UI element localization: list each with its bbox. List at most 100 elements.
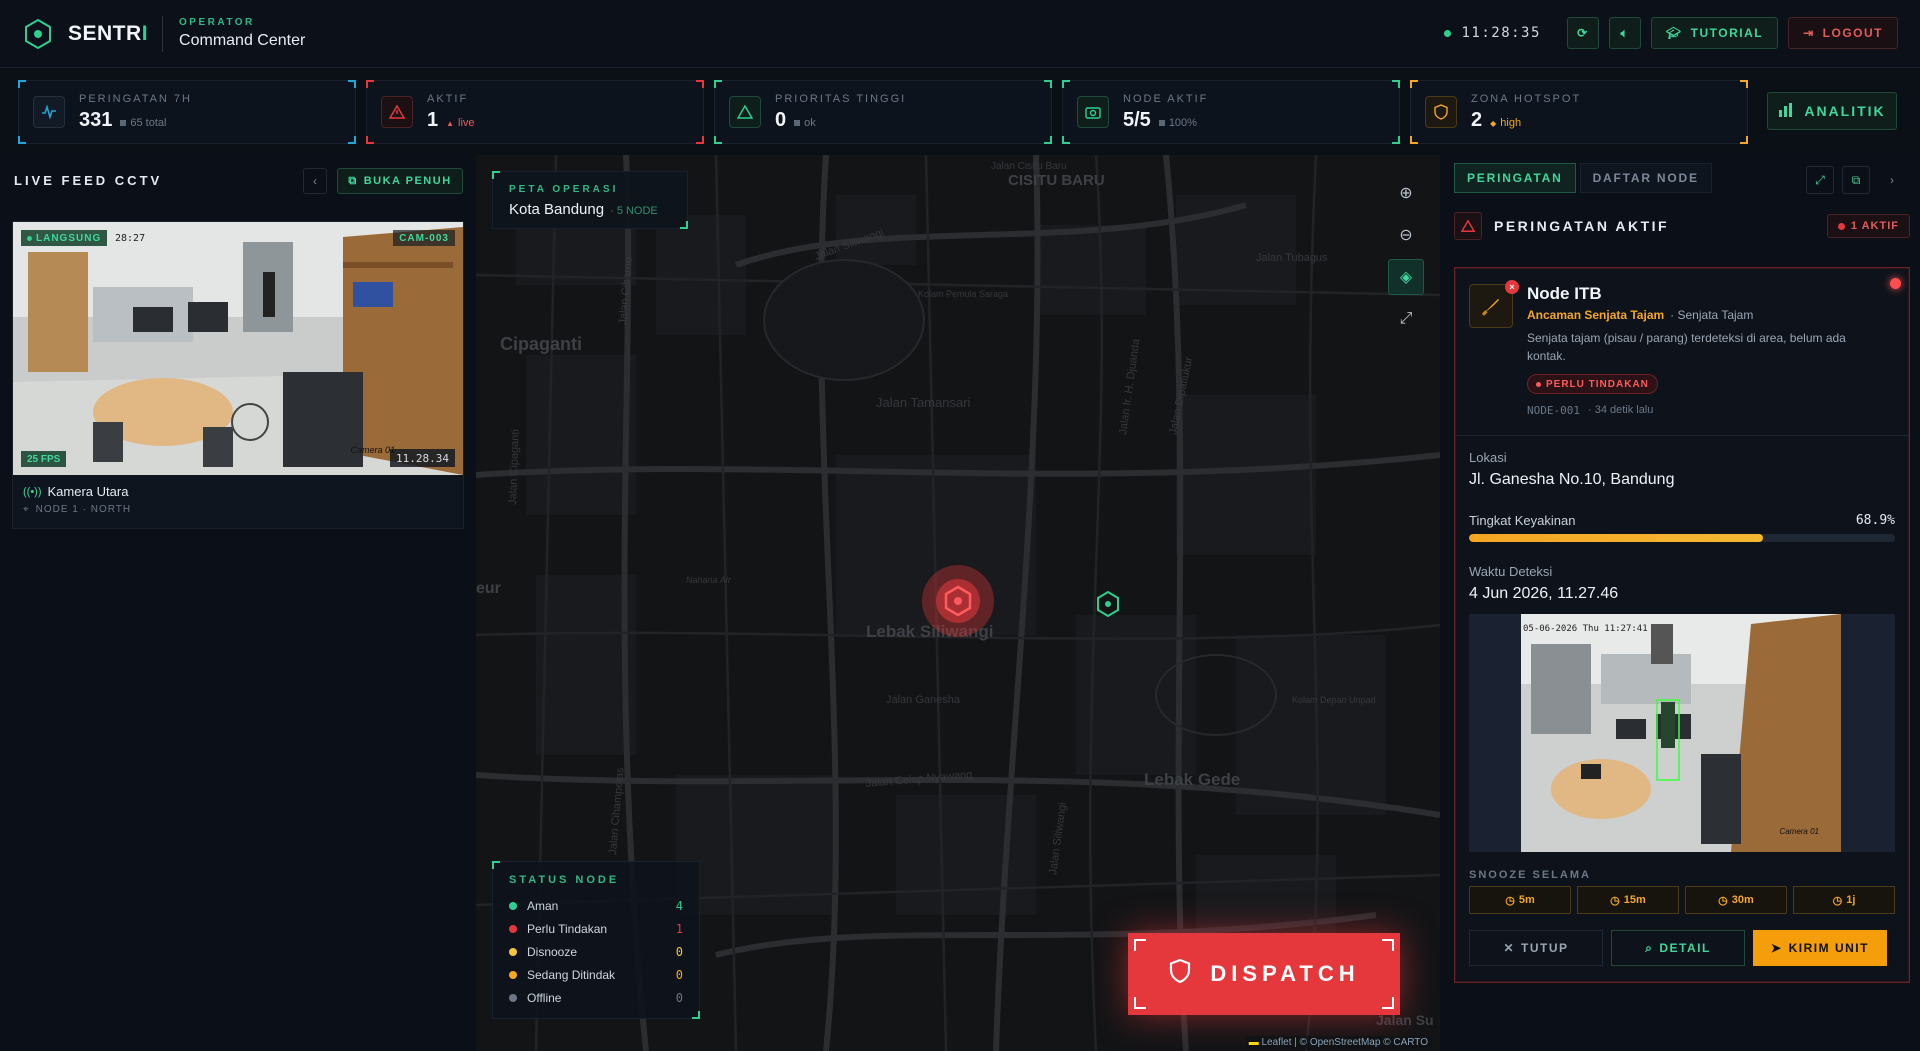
stat-value: 0 — [775, 108, 787, 131]
shield-icon — [1425, 96, 1457, 128]
expand-icon: ⤢ — [1815, 172, 1825, 187]
stats-row: PERINGATAN 7H 331 65 total AKTIF 1 ▲ live P… — [18, 80, 1748, 144]
operations-map[interactable]: CISITU BARU Cipaganti Lebak Siliwangi Le… — [476, 155, 1440, 1051]
camera-overlay-date: 28:27 — [115, 233, 146, 244]
node-status-legend: STATUS NODE Aman 4 Perlu Tindakan 1 Disnoo… — [492, 861, 700, 1019]
snooze-30m-button[interactable]: ◷ 30m — [1685, 886, 1787, 914]
alert-card[interactable]: × Node ITB Ancaman Senjata Tajam · Senjat… — [1454, 267, 1910, 983]
carto-link[interactable]: © CARTO — [1383, 1037, 1428, 1048]
analitik-button[interactable]: ANALITIK — [1767, 92, 1897, 130]
map-attribution: ▬ Leaflet | © OpenStreetMap © CARTO — [1244, 1036, 1432, 1049]
chevron-right-icon: › — [1890, 173, 1894, 187]
close-button[interactable]: ✕ TUTUP — [1469, 930, 1603, 966]
zoom-in-button[interactable]: ⊕ — [1388, 175, 1424, 211]
clock-icon: ◷ — [1718, 894, 1728, 907]
stat-label: AKTIF — [427, 92, 469, 105]
prev-camera-button[interactable]: ‹ — [303, 168, 327, 194]
stat-label: NODE AKTIF — [1123, 92, 1209, 105]
alert-node-id: NODE-001 — [1527, 404, 1580, 417]
signal-icon: ((•)) — [23, 485, 42, 498]
location-value: Jl. Ganesha No.10, Bandung — [1469, 471, 1675, 488]
activity-icon — [33, 96, 65, 128]
bar-chart-icon — [1778, 102, 1794, 120]
leaflet-link[interactable]: Leaflet — [1261, 1037, 1291, 1048]
logout-label: LOGOUT — [1822, 26, 1883, 40]
active-count-badge: 1 AKTIF — [1826, 214, 1910, 238]
shield-icon — [1168, 958, 1192, 990]
open-full-button[interactable]: ⧉ BUKA PENUH — [337, 168, 463, 194]
collapse-panel-button[interactable]: › — [1878, 166, 1906, 194]
send-unit-button[interactable]: ➤ KIRIM UNIT — [1753, 930, 1887, 966]
external-link-icon: ⧉ — [1851, 172, 1861, 187]
snooze-5m-button[interactable]: ◷ 5m — [1469, 886, 1571, 914]
alert-triangle-icon — [1454, 212, 1482, 240]
alert-description: Senjata tajam (pisau / parang) terdeteks… — [1527, 331, 1846, 363]
map-street-label: Jalan Tamansari — [876, 395, 971, 410]
camera-card[interactable]: LANGSUNG CAM-003 25 FPS 11.28.34 28:27 C… — [12, 221, 464, 529]
map-street-label: Kolam Depan Unpad — [1292, 695, 1376, 705]
map-place-label: CISITU BARU — [1008, 172, 1105, 189]
alerts-panel: PERINGATAN DAFTAR NODE ⤢ ⧉ › PERINGATAN … — [1440, 155, 1920, 1051]
map-place-label: Cipaganti — [500, 334, 582, 354]
layers-icon: ◈ — [1399, 269, 1413, 286]
dispatch-label: DISPATCH — [1210, 961, 1360, 986]
clock: 11:28:35 — [1444, 25, 1540, 41]
fullscreen-button[interactable]: ⤢ — [1388, 301, 1424, 337]
refresh-button[interactable]: ⟳ — [1566, 17, 1599, 49]
map-info-panel: PETA OPERASI Kota Bandung · 5 NODE — [492, 171, 688, 229]
tab-daftar-node[interactable]: DAFTAR NODE — [1579, 163, 1712, 193]
logout-button[interactable]: ⇥ LOGOUT — [1788, 17, 1898, 49]
alert-triangle-icon — [381, 96, 413, 128]
map-node-count: · 5 NODE — [610, 205, 658, 217]
expand-icon: ⤢ — [1399, 310, 1413, 327]
camera-feed[interactable]: LANGSUNG CAM-003 25 FPS 11.28.34 28:27 C… — [13, 222, 463, 475]
analitik-label: ANALITIK — [1804, 103, 1886, 119]
cctv-panel: LIVE FEED CCTV ‹ ⧉ BUKA PENUH LANGSUNG C… — [0, 155, 476, 1051]
snooze-15m-button[interactable]: ◷ 15m — [1577, 886, 1679, 914]
tutorial-label: TUTORIAL — [1690, 26, 1764, 40]
zoom-out-button[interactable]: ⊖ — [1388, 217, 1424, 253]
snapshot-timestamp: 05-06-2026 Thu 11:27:41 — [1523, 624, 1648, 634]
stat-card-hotspot: ZONA HOTSPOT 2 ◆ high — [1410, 80, 1748, 144]
tutorial-button[interactable]: 🎓︎ TUTORIAL — [1650, 17, 1779, 49]
operator-block: OPERATOR Command Center — [179, 17, 305, 50]
stat-sub: 65 total — [130, 116, 167, 129]
stat-card-node: NODE AKTIF 5/5 100% — [1062, 80, 1400, 144]
map-place-label: Lebak Gede — [1144, 770, 1240, 789]
map-street-label: Jalan Cisitu Baru — [991, 161, 1067, 172]
stat-label: PERINGATAN 7H — [79, 92, 192, 105]
detection-snapshot[interactable]: 05-06-2026 Thu 11:27:41 Camera 01 — [1469, 614, 1895, 852]
tab-peringatan[interactable]: PERINGATAN — [1454, 163, 1576, 193]
volume-icon: 🔈︎ — [1620, 25, 1630, 40]
stat-value: 2 — [1471, 108, 1483, 131]
expand-panel-button[interactable]: ⤢ — [1806, 166, 1834, 194]
stat-card-prioritas: PRIORITAS TINGGI 0 ok — [714, 80, 1052, 144]
stat-label: PRIORITAS TINGGI — [775, 92, 907, 105]
detail-button[interactable]: ⌕ DETAIL — [1611, 930, 1745, 966]
stat-label: ZONA HOTSPOT — [1471, 92, 1582, 105]
clock-icon: ◷ — [1610, 894, 1620, 907]
confidence-value: 68.9% — [1855, 513, 1895, 528]
zoom-out-icon: ⊖ — [1399, 227, 1413, 244]
header-divider — [162, 15, 164, 52]
map-city: Kota Bandung — [509, 201, 605, 218]
sound-button[interactable]: 🔈︎ — [1608, 17, 1641, 49]
top-header: SENTRI OPERATOR Command Center 11:28:35 … — [0, 0, 1920, 68]
stat-value: 331 — [79, 108, 113, 131]
live-badge: LANGSUNG — [21, 230, 108, 246]
osm-link[interactable]: © OpenStreetMap — [1300, 1037, 1381, 1048]
node-status-title: STATUS NODE — [509, 874, 620, 886]
stat-value: 5/5 — [1123, 108, 1151, 131]
status-badge: PERLU TINDAKAN — [1527, 374, 1658, 394]
snapshot-label: Camera 01 — [1779, 827, 1819, 836]
detection-time-label: Waktu Deteksi — [1469, 564, 1553, 579]
snooze-1j-button[interactable]: ◷ 1j — [1793, 886, 1895, 914]
clock-icon: ◷ — [1832, 894, 1843, 907]
layers-button[interactable]: ◈ — [1388, 259, 1424, 295]
online-dot — [1444, 29, 1452, 37]
graduation-cap-icon: 🎓︎ — [1665, 26, 1683, 40]
status-row: Aman 4 — [509, 894, 683, 917]
popout-button[interactable]: ⧉ — [1842, 166, 1870, 194]
dispatch-button[interactable]: DISPATCH — [1128, 933, 1400, 1015]
clock-time: 11:28:35 — [1461, 25, 1541, 41]
